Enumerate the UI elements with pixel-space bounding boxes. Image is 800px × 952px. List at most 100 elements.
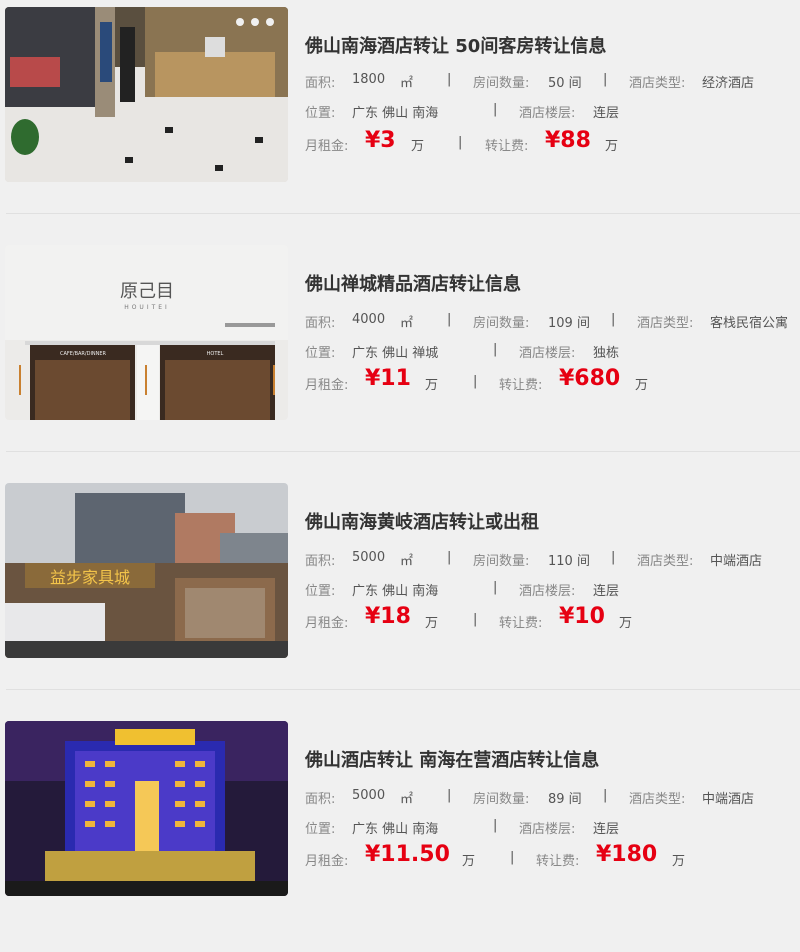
building-exterior-photo[interactable]: 益步家具城 bbox=[5, 483, 288, 658]
divider bbox=[6, 689, 800, 690]
floor-label: 酒店楼层: bbox=[519, 346, 576, 361]
separator: | bbox=[603, 72, 608, 87]
floor-label: 酒店楼层: bbox=[519, 584, 576, 599]
listing-card[interactable]: 佛山南海酒店转让 50间客房转让信息 面积: 1800 ㎡ | 房间数量: 50… bbox=[0, 0, 800, 238]
rent-label: 月租金: bbox=[305, 854, 349, 869]
rooms-label: 房间数量: bbox=[473, 316, 530, 331]
listing-card[interactable]: 佛山酒店转让 南海在营酒店转让信息 面积: 5000 ㎡ | 房间数量: 89 … bbox=[0, 714, 800, 952]
separator: | bbox=[493, 342, 498, 357]
floor-label: 酒店楼层: bbox=[519, 106, 576, 121]
hotel-type-value: 客栈民宿公寓 bbox=[710, 316, 789, 331]
rooms-value: 110 间 bbox=[548, 554, 590, 569]
area-unit: ㎡ bbox=[400, 792, 414, 807]
separator: | bbox=[447, 312, 452, 327]
divider bbox=[6, 451, 800, 452]
rooms-value: 89 间 bbox=[548, 792, 582, 807]
rent-value: ¥3 bbox=[365, 128, 396, 153]
rent-unit: 万 bbox=[425, 378, 439, 393]
separator: | bbox=[603, 788, 608, 803]
separator: | bbox=[473, 612, 478, 627]
sign-subtext: HOUITEI bbox=[124, 304, 170, 311]
listing-card[interactable]: 原己目 HOUITEI CAFE/BAR/DINNER HOTEL 佛山禅城精品… bbox=[0, 238, 800, 476]
separator: | bbox=[458, 135, 463, 150]
transfer-label: 转让费: bbox=[536, 854, 580, 869]
listing-title[interactable]: 佛山南海酒店转让 50间客房转让信息 bbox=[305, 32, 606, 58]
separator: | bbox=[493, 818, 498, 833]
separator: | bbox=[447, 550, 452, 565]
area-label: 面积: bbox=[305, 792, 336, 807]
rooms-label: 房间数量: bbox=[473, 554, 530, 569]
listing-title[interactable]: 佛山酒店转让 南海在营酒店转让信息 bbox=[305, 746, 599, 772]
transfer-value: ¥180 bbox=[596, 842, 658, 867]
area-value: 4000 bbox=[352, 312, 386, 327]
hotel-type-label: 酒店类型: bbox=[637, 316, 694, 331]
location-value: 广东 佛山 南海 bbox=[352, 584, 439, 599]
listing-title[interactable]: 佛山禅城精品酒店转让信息 bbox=[305, 270, 521, 296]
rent-unit: 万 bbox=[425, 616, 439, 631]
transfer-label: 转让费: bbox=[485, 139, 529, 154]
rooms-value: 50 间 bbox=[548, 76, 582, 91]
separator: | bbox=[611, 312, 616, 327]
location-label: 位置: bbox=[305, 346, 336, 361]
rent-unit: 万 bbox=[462, 854, 476, 869]
night-hotel-photo[interactable] bbox=[5, 721, 288, 896]
location-value: 广东 佛山 南海 bbox=[352, 822, 439, 837]
rent-unit: 万 bbox=[411, 139, 425, 154]
divider bbox=[6, 213, 800, 214]
listing-card[interactable]: 益步家具城 佛山南海黄岐酒店转让或出租 面积: 5000 ㎡ | 房间数量: 1… bbox=[0, 476, 800, 714]
hotel-type-value: 中端酒店 bbox=[710, 554, 763, 569]
transfer-unit: 万 bbox=[635, 378, 649, 393]
transfer-value: ¥88 bbox=[545, 128, 591, 153]
location-label: 位置: bbox=[305, 584, 336, 599]
rent-value: ¥11 bbox=[365, 366, 411, 391]
floor-value: 连层 bbox=[593, 106, 620, 121]
transfer-value: ¥10 bbox=[559, 604, 605, 629]
location-label: 位置: bbox=[305, 822, 336, 837]
transfer-label: 转让费: bbox=[499, 378, 543, 393]
transfer-label: 转让费: bbox=[499, 616, 543, 631]
floor-label: 酒店楼层: bbox=[519, 822, 576, 837]
building-sign-text: 益步家具城 bbox=[50, 568, 130, 587]
area-label: 面积: bbox=[305, 554, 336, 569]
area-unit: ㎡ bbox=[400, 76, 414, 91]
floor-value: 独栋 bbox=[593, 346, 620, 361]
transfer-unit: 万 bbox=[672, 854, 686, 869]
hotel-type-value: 经济酒店 bbox=[702, 76, 755, 91]
hotel-sign: HOTEL bbox=[207, 351, 224, 357]
rooms-value: 109 间 bbox=[548, 316, 590, 331]
location-value: 广东 佛山 禅城 bbox=[352, 346, 439, 361]
floor-value: 连层 bbox=[593, 822, 620, 837]
transfer-unit: 万 bbox=[619, 616, 633, 631]
hotel-type-value: 中端酒店 bbox=[702, 792, 755, 807]
rooms-label: 房间数量: bbox=[473, 792, 530, 807]
area-value: 5000 bbox=[352, 788, 386, 803]
cafe-sign: CAFE/BAR/DINNER bbox=[60, 351, 107, 357]
hotel-lobby-photo[interactable] bbox=[5, 7, 288, 182]
separator: | bbox=[473, 374, 478, 389]
hotel-type-label: 酒店类型: bbox=[629, 792, 686, 807]
hotel-facade-photo[interactable]: 原己目 HOUITEI CAFE/BAR/DINNER HOTEL bbox=[5, 245, 288, 420]
floor-value: 连层 bbox=[593, 584, 620, 599]
area-value: 1800 bbox=[352, 72, 386, 87]
area-unit: ㎡ bbox=[400, 316, 414, 331]
separator: | bbox=[611, 550, 616, 565]
area-unit: ㎡ bbox=[400, 554, 414, 569]
separator: | bbox=[493, 580, 498, 595]
separator: | bbox=[510, 850, 515, 865]
transfer-unit: 万 bbox=[605, 139, 619, 154]
separator: | bbox=[493, 102, 498, 117]
rent-label: 月租金: bbox=[305, 378, 349, 393]
hotel-type-label: 酒店类型: bbox=[637, 554, 694, 569]
separator: | bbox=[447, 788, 452, 803]
location-label: 位置: bbox=[305, 106, 336, 121]
area-label: 面积: bbox=[305, 316, 336, 331]
area-value: 5000 bbox=[352, 550, 386, 565]
rent-value: ¥11.50 bbox=[365, 842, 450, 867]
rent-label: 月租金: bbox=[305, 616, 349, 631]
rent-value: ¥18 bbox=[365, 604, 411, 629]
transfer-value: ¥680 bbox=[559, 366, 621, 391]
listing-title[interactable]: 佛山南海黄岐酒店转让或出租 bbox=[305, 508, 539, 534]
location-value: 广东 佛山 南海 bbox=[352, 106, 439, 121]
separator: | bbox=[447, 72, 452, 87]
area-label: 面积: bbox=[305, 76, 336, 91]
